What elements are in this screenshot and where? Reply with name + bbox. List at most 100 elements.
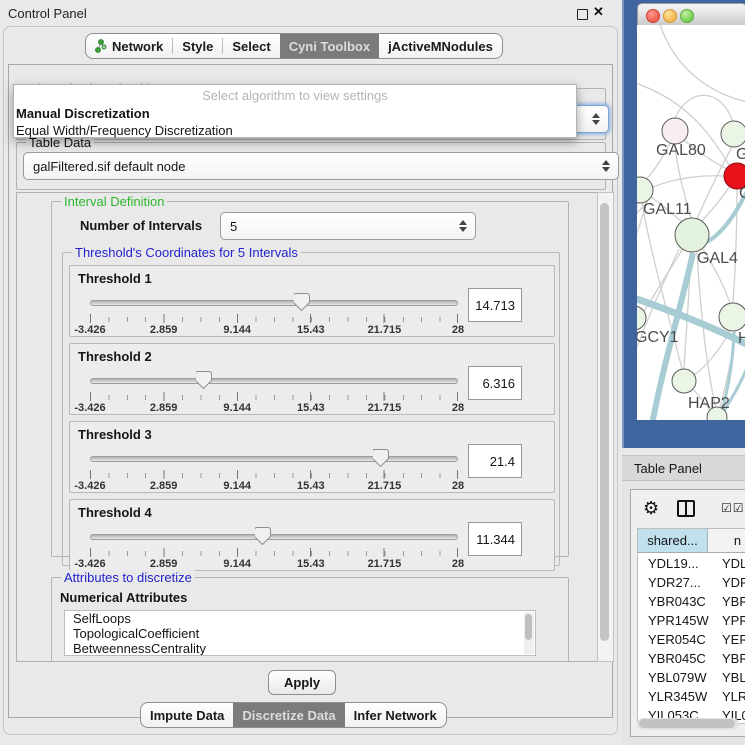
- column-header-shared[interactable]: shared...: [638, 529, 708, 553]
- column-header-name[interactable]: n: [708, 529, 745, 553]
- table-panel-title: Table Panel: [634, 461, 702, 476]
- label-clipped-right: H: [738, 330, 745, 347]
- threshold-3-label: Threshold 3: [78, 427, 152, 442]
- node-right[interactable]: [719, 303, 745, 331]
- list-scrollbar[interactable]: [524, 612, 534, 654]
- table-data-combobox[interactable]: galFiltered.sif default node: [23, 152, 619, 180]
- num-intervals-value: 5: [230, 219, 237, 234]
- attributes-group: Attributes to discretize Numerical Attri…: [51, 577, 569, 662]
- threshold-2-slider[interactable]: [90, 370, 458, 390]
- settings-vertical-scrollbar[interactable]: [597, 192, 614, 662]
- threshold-3-slider[interactable]: [90, 448, 458, 468]
- list-item[interactable]: SelfLoops: [65, 611, 535, 626]
- attributes-list[interactable]: SelfLoops TopologicalCoefficient Between…: [64, 610, 536, 656]
- threshold-2-value-field[interactable]: 6.316: [468, 366, 522, 400]
- panel-title: Control Panel: [8, 6, 87, 21]
- threshold-1-panel: Threshold 1 -3.426 2.859 9.144 15.43 21.…: [69, 265, 555, 337]
- network-graph: GAL80 GA C GAL11 GAL4 GCY1 H HAP2: [637, 25, 745, 420]
- apply-button[interactable]: Apply: [268, 670, 336, 695]
- close-icon[interactable]: ✕: [593, 4, 604, 20]
- slider-track[interactable]: [90, 378, 458, 384]
- dropdown-option-equal-width[interactable]: Equal Width/Frequency Discretization: [14, 122, 576, 139]
- checkbox-columns-icon[interactable]: ☑☑: [721, 501, 745, 515]
- slider-track[interactable]: [90, 456, 458, 462]
- tab-label: Network: [112, 39, 163, 54]
- tab-network[interactable]: Network: [86, 34, 172, 58]
- node-gal11[interactable]: [637, 177, 653, 203]
- threshold-1-label: Threshold 1: [78, 271, 152, 286]
- mac-minimize-icon[interactable]: [663, 9, 677, 23]
- tab-infer-network[interactable]: Infer Network: [345, 703, 446, 727]
- threshold-2-panel: Threshold 2 -3.426 2.859 9.144 15.43 21.…: [69, 343, 555, 415]
- control-panel-tabbar: Network Style Select Cyni Toolbox jActiv…: [85, 33, 503, 59]
- network-window-titlebar[interactable]: [637, 3, 745, 27]
- num-intervals-label: Number of Intervals: [80, 218, 202, 233]
- network-view[interactable]: GAL80 GA C GAL11 GAL4 GCY1 H HAP2: [637, 25, 745, 420]
- slider-ticks: [90, 470, 458, 479]
- network-icon: [95, 39, 107, 53]
- tab-style[interactable]: Style: [173, 34, 222, 58]
- slider-track[interactable]: [90, 534, 458, 540]
- slider-ticks: [90, 548, 458, 557]
- threshold-4-panel: Threshold 4 -3.426 2.859 9.144 15.43 21.…: [69, 499, 555, 571]
- slider-tick-labels: -3.426 2.859 9.144 15.43 21.715 28: [90, 480, 458, 492]
- list-item[interactable]: TopologicalCoefficient: [65, 626, 535, 641]
- slider-thumb[interactable]: [294, 293, 310, 311]
- node-clipped-top[interactable]: [721, 121, 745, 147]
- algorithm-dropdown-popup: Select algorithm to view settings Manual…: [13, 84, 577, 138]
- combo-stepper-icon[interactable]: [592, 113, 600, 125]
- table-data-group: Table Data galFiltered.sif default node: [16, 142, 606, 190]
- threshold-1-value-field[interactable]: 14.713: [468, 288, 522, 322]
- slider-ticks: [90, 314, 458, 323]
- list-item[interactable]: BetweennessCentrality: [65, 641, 535, 656]
- slider-thumb[interactable]: [196, 371, 212, 389]
- node-hap2[interactable]: [672, 369, 696, 393]
- tab-impute-data[interactable]: Impute Data: [141, 703, 233, 727]
- label-gal11: GAL11: [643, 201, 692, 218]
- table-data-value: galFiltered.sif default node: [33, 159, 185, 174]
- table-grid[interactable]: shared... n YDL19...YDL1 YDR27...YDR2 YB…: [637, 528, 745, 724]
- mac-close-icon[interactable]: [646, 9, 660, 23]
- threshold-4-slider[interactable]: [90, 526, 458, 546]
- node-gal80[interactable]: [662, 118, 688, 144]
- tab-select[interactable]: Select: [223, 34, 279, 58]
- slider-tick-labels: -3.426 2.859 9.144 15.43 21.715 28: [90, 324, 458, 336]
- slider-thumb[interactable]: [255, 527, 271, 545]
- split-view-icon[interactable]: [677, 500, 695, 517]
- numerical-attributes-label: Numerical Attributes: [60, 590, 187, 605]
- threshold-1-slider[interactable]: [90, 292, 458, 312]
- settings-scroll-area: Interval Definition Number of Intervals …: [16, 192, 599, 662]
- dropdown-hint: Select algorithm to view settings: [14, 85, 576, 105]
- cyni-bottom-tabbar: Impute Data Discretize Data Infer Networ…: [140, 702, 447, 728]
- label-clipped-top: GA: [736, 146, 745, 163]
- label-clipped-red: C: [739, 185, 745, 202]
- node-gal4[interactable]: [675, 218, 709, 252]
- float-window-icon[interactable]: [577, 9, 588, 20]
- dropdown-option-manual[interactable]: Manual Discretization: [14, 105, 576, 122]
- label-hap2: HAP2: [688, 395, 730, 412]
- slider-ticks: [90, 392, 458, 401]
- label-gcy1: GCY1: [637, 329, 679, 346]
- thresholds-group-title: Threshold's Coordinates for 5 Intervals: [72, 245, 301, 260]
- attributes-group-title: Attributes to discretize: [61, 570, 195, 585]
- threshold-3-panel: Threshold 3 -3.426 2.859 9.144 15.43 21.…: [69, 421, 555, 493]
- label-gal80: GAL80: [656, 142, 706, 159]
- node-table: ⚙ ☑☑ shared... n YDL19...YDL1 YDR27...YD…: [630, 489, 745, 737]
- tab-cyni-toolbox[interactable]: Cyni Toolbox: [280, 34, 379, 58]
- tab-discretize-data[interactable]: Discretize Data: [233, 703, 344, 727]
- slider-tick-labels: -3.426 2.859 9.144 15.43 21.715 28: [90, 558, 458, 570]
- num-intervals-combobox[interactable]: 5: [220, 212, 476, 240]
- label-gal4: GAL4: [697, 250, 738, 267]
- combo-stepper-icon[interactable]: [602, 160, 610, 172]
- table-horizontal-scrollbar[interactable]: [637, 718, 739, 730]
- slider-thumb[interactable]: [373, 449, 389, 467]
- combo-stepper-icon[interactable]: [459, 220, 467, 232]
- threshold-4-value-field[interactable]: 11.344: [468, 522, 522, 556]
- threshold-2-label: Threshold 2: [78, 349, 152, 364]
- threshold-3-value-field[interactable]: 21.4: [468, 444, 522, 478]
- interval-definition-title: Interval Definition: [61, 194, 167, 209]
- mac-zoom-icon[interactable]: [680, 9, 694, 23]
- tab-jactivemnodules[interactable]: jActiveMNodules: [379, 34, 502, 58]
- gear-icon[interactable]: ⚙: [643, 499, 659, 517]
- slider-track[interactable]: [90, 300, 458, 306]
